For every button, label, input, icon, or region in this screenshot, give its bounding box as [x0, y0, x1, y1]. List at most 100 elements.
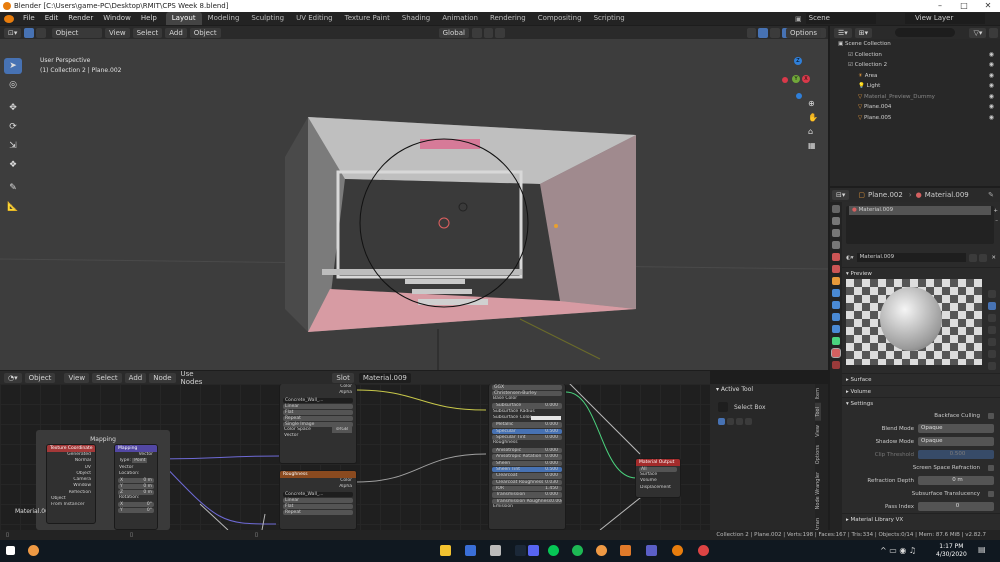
material-browse-icon[interactable]: ◐▾ — [846, 255, 854, 261]
image-texture-node[interactable]: Color Alpha Concrete_Wall_... Linear Fla… — [279, 384, 357, 464]
projection-dropdown[interactable]: Flat — [283, 409, 353, 415]
principled-bsdf-node[interactable]: GGX Christensen-Burley Base Color Subsurf… — [488, 384, 566, 530]
view-layer-selector[interactable]: View Layer — [905, 13, 985, 24]
visibility-eye-icon[interactable]: ◉ — [989, 60, 994, 71]
transform-orientation-dropdown[interactable]: Global — [438, 27, 469, 38]
new-collection-icon[interactable] — [989, 27, 998, 38]
pass-index-field[interactable]: 0 — [918, 502, 994, 511]
location-x-field[interactable]: X0 m — [118, 478, 154, 484]
bsdf-input-row[interactable]: Sheen Tint 0.500 — [492, 466, 562, 473]
visibility-eye-icon[interactable]: ◉ — [989, 81, 994, 92]
sidebar-tab-options[interactable]: Options — [815, 441, 821, 468]
clip-threshold-slider[interactable]: 0.500 — [918, 450, 994, 459]
pan-hand-icon[interactable]: ✋ — [808, 113, 822, 127]
node-menu-select[interactable]: Select — [92, 372, 122, 383]
mapping-node[interactable]: Mapping Vector Type: Point Vector Locati… — [114, 444, 158, 530]
outliner-editor-type-button[interactable]: ☰▾ — [834, 27, 852, 38]
preview-sphere-icon[interactable] — [988, 302, 996, 310]
location-y-field[interactable]: Y0 m — [118, 484, 154, 490]
preview-hair-icon[interactable] — [988, 326, 996, 334]
material-library-panel-header[interactable]: ▸ Material Library VX — [842, 513, 1000, 525]
select-mode-icon[interactable] — [24, 27, 34, 38]
display-mode-dropdown[interactable]: ⊞▾ — [854, 27, 873, 38]
select-tool-icon[interactable]: ➤ — [4, 58, 22, 74]
sidebar-tab-node-wrangler[interactable]: Node Wrangler — [815, 468, 821, 513]
gizmo-z-axis[interactable]: Z — [794, 57, 802, 65]
pivot-icon[interactable] — [471, 27, 482, 38]
outliner-row[interactable]: 💡 Light ◉ — [830, 81, 1000, 92]
annotate-tool-icon[interactable]: ✎ — [4, 180, 22, 196]
object-tab-icon[interactable] — [832, 277, 840, 285]
preview-cube-icon[interactable] — [988, 314, 996, 322]
preview-cloth-icon[interactable] — [988, 350, 996, 358]
visibility-eye-icon[interactable]: ◉ — [989, 71, 994, 82]
properties-editor-type-button[interactable]: ⊟▾ — [832, 190, 850, 200]
distribution-dropdown[interactable]: GGX — [492, 385, 562, 390]
blender-task-icon[interactable] — [620, 545, 631, 556]
material-slot-list[interactable]: ● Material.009 + – — [846, 206, 998, 244]
viewport-options-dropdown[interactable]: Options — [785, 27, 821, 38]
fake-user-icon[interactable] — [969, 253, 978, 262]
object-data-tab-icon[interactable] — [832, 337, 840, 345]
slot-dropdown[interactable]: Slot 1 — [332, 372, 354, 392]
sss-translucency-checkbox[interactable] — [988, 490, 994, 497]
move-tool-icon[interactable]: ✥ — [4, 100, 22, 116]
xray-toggle-icon[interactable] — [769, 27, 780, 38]
rotate-tool-icon[interactable]: ⟳ — [4, 119, 22, 135]
preview-flat-icon[interactable] — [988, 290, 996, 298]
bsdf-input-row[interactable]: Emission — [489, 504, 565, 510]
blend-mode-dropdown[interactable]: Opaque — [918, 424, 994, 433]
tab-sculpting[interactable]: Sculpting — [245, 12, 290, 25]
gizmo-x-axis[interactable]: X — [802, 75, 810, 83]
node-menu-view[interactable]: View — [64, 372, 90, 383]
shader-node-editor[interactable]: Mapping Material.009 Texture Coordinate … — [0, 384, 710, 530]
tool-tab-icon[interactable] — [832, 205, 840, 213]
select-box-tool[interactable]: Select Box — [718, 402, 815, 412]
extension-dropdown[interactable]: Repeat — [283, 415, 353, 421]
material-name-field[interactable]: Material.009 — [856, 253, 967, 262]
node-menu-add[interactable]: Add — [124, 372, 147, 383]
rotation-y-field[interactable]: Y 0° — [118, 508, 154, 514]
tab-uv-editing[interactable]: UV Editing — [290, 12, 339, 25]
close-button[interactable]: ✕ — [976, 0, 1000, 12]
discord-icon[interactable] — [528, 545, 539, 556]
editor-type-button[interactable]: ⊡▾ — [4, 27, 22, 38]
projection-dropdown[interactable]: Flat — [283, 503, 353, 509]
constraints-tab-icon[interactable] — [832, 325, 840, 333]
refraction-depth-field[interactable]: 0 m — [918, 476, 994, 485]
tab-texture-paint[interactable]: Texture Paint — [339, 12, 396, 25]
file-explorer-icon[interactable] — [440, 545, 451, 556]
visibility-eye-icon[interactable]: ◉ — [989, 113, 994, 124]
material-output-node[interactable]: Material Output All Surface Volume Displ… — [635, 458, 681, 498]
unlink-icon[interactable]: ✕ — [991, 255, 996, 261]
color-swatch[interactable] — [531, 416, 561, 421]
bsdf-input-row[interactable]: Clearcoat Roughness 0.030 — [492, 479, 562, 486]
mail-icon[interactable] — [490, 545, 501, 556]
image-name-field[interactable]: Concrete_Wall_... — [283, 397, 353, 403]
mode-new-icon[interactable] — [718, 418, 725, 425]
render-tab-icon[interactable] — [832, 217, 840, 225]
preview-fluid-icon[interactable] — [988, 362, 996, 370]
settings-panel-header[interactable]: ▾ Settings — [842, 397, 1000, 409]
node-editor-type-button[interactable]: ◔▾ — [4, 372, 22, 383]
gizmo-toggle-icon[interactable] — [746, 27, 757, 38]
material-name-field[interactable]: Material.009 — [358, 372, 411, 383]
chrome-2-icon[interactable] — [596, 545, 607, 556]
cursor-tool-icon[interactable]: ◎ — [4, 77, 22, 93]
tab-shading[interactable]: Shading — [396, 12, 436, 25]
visibility-eye-icon[interactable]: ◉ — [989, 102, 994, 113]
add-slot-icon[interactable]: + — [993, 208, 998, 214]
active-tool-header[interactable]: ▾ Active Tool — [710, 384, 815, 396]
outliner-row[interactable]: ▽ Plane.004 ◉ — [830, 102, 1000, 113]
texture-tab-icon[interactable] — [832, 361, 840, 369]
ssr-checkbox[interactable] — [988, 464, 994, 471]
gizmo-y-axis[interactable]: Y — [792, 75, 800, 83]
sidebar-tab-item[interactable]: Item — [815, 384, 821, 403]
outliner-row[interactable]: ☑ Collection ◉ — [830, 50, 1000, 61]
notifications-icon[interactable]: ▤ — [978, 545, 986, 554]
mode-invert-icon[interactable] — [745, 418, 752, 425]
gizmo-neg-x-axis[interactable] — [782, 77, 788, 83]
measure-tool-icon[interactable]: 📐 — [4, 199, 22, 215]
select-extend-icon[interactable] — [36, 27, 46, 38]
tab-rendering[interactable]: Rendering — [484, 12, 532, 25]
